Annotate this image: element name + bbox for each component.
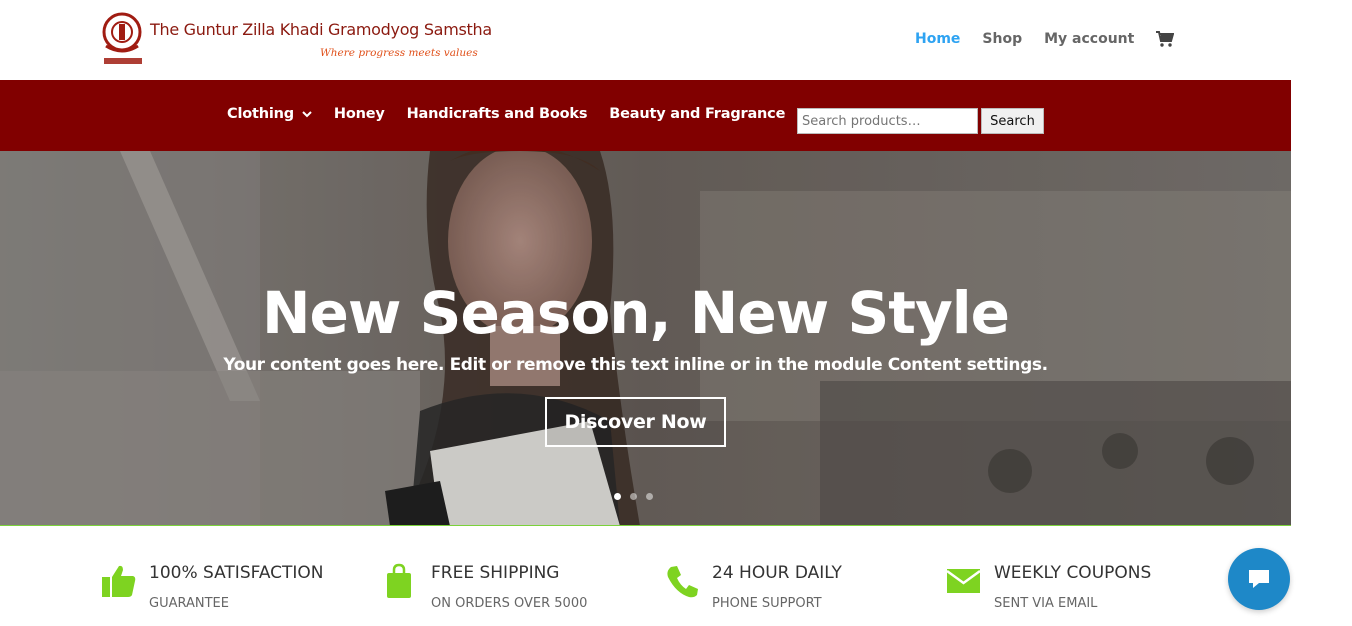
nav-home[interactable]: Home xyxy=(915,31,960,47)
feature-subtitle: ON ORDERS OVER 5000 xyxy=(431,596,588,611)
emblem-icon xyxy=(102,12,142,64)
category-clothing-label: Clothing xyxy=(227,106,294,122)
features-strip: 100% SATISFACTION GUARANTEE FREE SHIPPIN… xyxy=(0,527,1291,626)
phone-icon xyxy=(667,566,698,598)
feature-title: FREE SHIPPING xyxy=(431,563,560,583)
shopping-cart-icon[interactable] xyxy=(1156,31,1175,47)
category-handicrafts-books[interactable]: Handicrafts and Books xyxy=(407,106,588,122)
discover-now-button[interactable]: Discover Now xyxy=(545,397,726,447)
site-header: The Guntur Zilla Khadi Gramodyog Samstha… xyxy=(0,0,1291,80)
feature-title: WEEKLY COUPONS xyxy=(994,563,1152,583)
hero-slider: New Season, New Style Your content goes … xyxy=(0,151,1291,526)
search-input[interactable] xyxy=(797,108,978,134)
brand-tagline: Where progress meets values xyxy=(320,47,478,59)
site-logo[interactable]: The Guntur Zilla Khadi Gramodyog Samstha… xyxy=(100,12,492,68)
slider-pagination xyxy=(614,493,653,500)
nav-my-account[interactable]: My account xyxy=(1044,31,1134,47)
search-button[interactable]: Search xyxy=(981,108,1044,134)
feature-title: 100% SATISFACTION xyxy=(149,563,324,583)
slider-dot-2[interactable] xyxy=(630,493,637,500)
category-menu: Clothing Honey Handicrafts and Books Bea… xyxy=(227,106,807,122)
feature-title: 24 HOUR DAILY xyxy=(712,563,842,583)
slider-dot-3[interactable] xyxy=(646,493,653,500)
category-beauty-fragrance[interactable]: Beauty and Fragrance xyxy=(609,106,785,122)
nav-shop[interactable]: Shop xyxy=(982,31,1022,47)
hero-subtitle: Your content goes here. Edit or remove t… xyxy=(223,355,1048,375)
brand-title: The Guntur Zilla Khadi Gramodyog Samstha xyxy=(150,20,492,39)
slider-dot-1[interactable] xyxy=(614,493,621,500)
category-bar: Clothing Honey Handicrafts and Books Bea… xyxy=(0,80,1291,151)
envelope-icon xyxy=(946,569,981,593)
feature-subtitle: PHONE SUPPORT xyxy=(712,596,822,611)
thumbs-up-icon xyxy=(102,565,136,597)
chat-bubble-icon xyxy=(1249,570,1269,588)
top-navigation: Home Shop My account xyxy=(915,31,1175,47)
chevron-down-icon xyxy=(302,111,312,118)
shopping-bag-icon xyxy=(387,563,411,598)
hero-title: New Season, New Style xyxy=(262,279,1010,347)
chat-widget-button[interactable] xyxy=(1228,548,1290,610)
category-honey[interactable]: Honey xyxy=(334,106,385,122)
category-clothing[interactable]: Clothing xyxy=(227,106,312,122)
feature-subtitle: SENT VIA EMAIL xyxy=(994,596,1098,611)
feature-subtitle: GUARANTEE xyxy=(149,596,229,611)
